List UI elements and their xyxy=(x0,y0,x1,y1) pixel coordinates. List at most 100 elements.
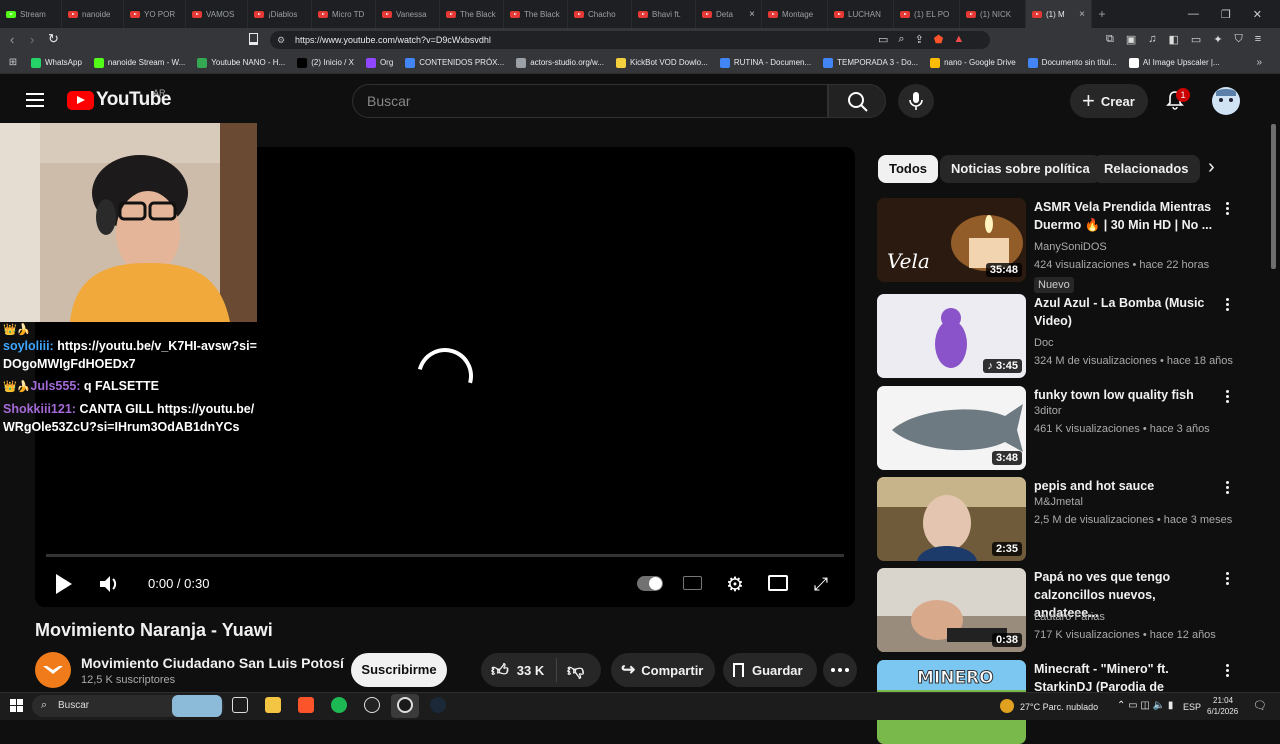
browser-tab[interactable]: The Black xyxy=(440,0,504,28)
clock-date[interactable]: 6/1/2026 xyxy=(1207,707,1238,716)
recommendation-channel[interactable]: ManySoniDOS xyxy=(1034,241,1107,253)
menu-icon[interactable]: ≡ xyxy=(1255,33,1261,46)
video-thumbnail[interactable]: 0:38 xyxy=(877,568,1026,652)
obs-icon[interactable] xyxy=(397,697,413,713)
apps-icon[interactable]: ⊞ xyxy=(0,57,26,68)
browser-tab[interactable]: The Black xyxy=(504,0,568,28)
more-options-icon[interactable] xyxy=(1223,570,1231,588)
recommendation-item[interactable]: ♪ 3:45 Azul Azul - La Bomba (Music Video)… xyxy=(877,294,1267,384)
browser-tab[interactable]: Montage xyxy=(762,0,828,28)
vpn-icon[interactable]: ⛉ xyxy=(1235,33,1243,46)
wallet-icon[interactable]: ▭ xyxy=(1191,33,1201,46)
close-window-icon[interactable]: ✕ xyxy=(1253,8,1262,21)
chips-next-icon[interactable]: › xyxy=(1208,156,1215,179)
recommendation-item[interactable]: Vela 35:48 ASMR Vela Prendida Mientras Due… xyxy=(877,198,1267,293)
media-icon[interactable]: ♫ xyxy=(1148,33,1156,46)
notifications-center-icon[interactable]: 🗨︎ xyxy=(1253,699,1267,712)
site-settings-icon[interactable]: ⚙ xyxy=(277,35,285,46)
file-explorer-icon[interactable] xyxy=(265,697,281,713)
recommendation-item[interactable]: 0:38 Papá no ves que tengo calzoncillos n… xyxy=(877,568,1267,658)
voice-search-button[interactable] xyxy=(898,84,934,118)
more-options-icon[interactable] xyxy=(1223,479,1231,497)
bookmark-item[interactable]: actors-studio.org/w... xyxy=(511,57,609,68)
recommendation-title[interactable]: funky town low quality fish xyxy=(1034,386,1219,404)
theater-mode-icon[interactable] xyxy=(768,575,788,591)
avatar[interactable] xyxy=(1212,87,1240,115)
recommendation-item[interactable]: MINERO Minecraft - "Minero" ft. StarkinDJ… xyxy=(877,660,1267,744)
bookmark-item[interactable]: (2) Inicio / X xyxy=(292,57,359,68)
bookmark-item[interactable]: WhatsApp xyxy=(26,57,87,68)
like-button[interactable]: 👍︎ 33 K xyxy=(481,658,557,682)
weather-text[interactable]: 27°C Parc. nublado xyxy=(1020,702,1098,712)
browser-tab[interactable]: Chacho xyxy=(568,0,632,28)
screenshot-icon[interactable]: ▣ xyxy=(1126,33,1136,46)
browser-tab[interactable]: Vanessa xyxy=(376,0,440,28)
search-input[interactable]: Buscar xyxy=(352,84,828,118)
volume-button[interactable] xyxy=(98,573,122,595)
browser-tab[interactable]: YO POR xyxy=(124,0,186,28)
close-tab-icon[interactable]: × xyxy=(1079,9,1085,20)
recommendation-channel[interactable]: M&Jmetal xyxy=(1034,496,1083,508)
video-thumbnail[interactable]: 2:35 xyxy=(877,477,1026,561)
more-bookmarks-icon[interactable]: » xyxy=(1256,57,1280,68)
brave-icon[interactable] xyxy=(298,697,314,713)
browser-tab[interactable]: LUCHAN xyxy=(828,0,894,28)
chip-noticias[interactable]: Noticias sobre política xyxy=(940,155,1101,183)
task-view-icon[interactable] xyxy=(232,697,248,713)
settings-gear-icon[interactable]: ⚙ xyxy=(724,573,746,596)
reload-icon[interactable]: ↻ xyxy=(48,31,59,47)
browser-tab[interactable]: Micro TD xyxy=(312,0,376,28)
recommendation-channel[interactable]: Doc xyxy=(1034,337,1054,349)
recommendation-item[interactable]: 2:35 pepis and hot sauce M&Jmetal 2,5 M de … xyxy=(877,477,1267,567)
clock-time[interactable]: 21:04 xyxy=(1213,696,1233,705)
leo-icon[interactable]: ✦ xyxy=(1213,33,1222,46)
browser-tab[interactable]: Bhavi ft. xyxy=(632,0,696,28)
play-button[interactable] xyxy=(53,573,75,595)
chip-todos[interactable]: Todos xyxy=(878,155,939,183)
channel-avatar[interactable] xyxy=(35,652,71,688)
brave-shield-icon[interactable]: ⬟ xyxy=(934,33,944,46)
browser-tab[interactable]: nanoide xyxy=(62,0,124,28)
create-button[interactable]: + Crear xyxy=(1070,84,1148,118)
recommendation-title[interactable]: Azul Azul - La Bomba (Music Video) xyxy=(1034,294,1219,330)
bookmark-icon[interactable] xyxy=(249,33,258,45)
bookmark-item[interactable]: Org xyxy=(361,57,398,68)
restore-icon[interactable]: ❐ xyxy=(1221,8,1231,21)
bookmark-item[interactable]: TEMPORADA 3 - Do... xyxy=(818,57,923,68)
browser-tab[interactable]: (1) M × xyxy=(1026,0,1092,28)
rewards-icon[interactable]: ▲ xyxy=(953,33,964,46)
dislike-button[interactable]: 👎︎ xyxy=(557,660,584,681)
bookmark-item[interactable]: KickBot VOD Dowlo... xyxy=(611,57,713,68)
more-options-icon[interactable] xyxy=(1223,662,1231,680)
recommendation-channel[interactable]: 3ditor xyxy=(1034,405,1062,417)
browser-tab[interactable]: VAMOS xyxy=(186,0,248,28)
fullscreen-icon[interactable]: ⤢ xyxy=(810,573,832,595)
bookmark-item[interactable]: Documento sin títul... xyxy=(1023,57,1122,68)
more-actions-button[interactable] xyxy=(823,653,857,687)
guide-menu-icon[interactable] xyxy=(26,93,44,107)
bookmark-item[interactable]: nano - Google Drive xyxy=(925,57,1021,68)
bookmark-item[interactable]: AI Image Upscaler |... xyxy=(1124,57,1225,68)
recommendation-title[interactable]: ASMR Vela Prendida Mientras Duermo 🔥 | 3… xyxy=(1034,198,1219,234)
browser-tab[interactable]: ¡Diablos xyxy=(248,0,312,28)
extensions-icon[interactable]: ⧉ xyxy=(1106,33,1114,46)
autoplay-toggle[interactable] xyxy=(637,576,663,591)
cast-icon[interactable]: ▭ xyxy=(878,33,888,46)
spotify-icon[interactable] xyxy=(331,697,347,713)
bookmark-item[interactable]: CONTENIDOS PRÓX... xyxy=(400,57,509,68)
bookmark-item[interactable]: RUTINA - Documen... xyxy=(715,57,816,68)
save-button[interactable]: Guardar xyxy=(723,653,817,687)
sidebar-icon[interactable]: ◧ xyxy=(1169,33,1179,46)
search-button[interactable] xyxy=(828,84,886,118)
share-button[interactable]: ↪ Compartir xyxy=(611,653,715,687)
app-icon[interactable] xyxy=(364,697,380,713)
more-options-icon[interactable] xyxy=(1223,200,1231,218)
bookmark-item[interactable]: nanoide Stream - W... xyxy=(89,57,190,68)
browser-tab[interactable]: (1) EL PO xyxy=(894,0,960,28)
share-icon[interactable]: ⇪ xyxy=(915,33,924,46)
language-indicator[interactable]: ESP xyxy=(1183,702,1201,712)
more-options-icon[interactable] xyxy=(1223,388,1231,406)
page-scrollbar[interactable] xyxy=(1271,124,1276,269)
video-thumbnail[interactable]: Vela 35:48 xyxy=(877,198,1026,282)
close-tab-icon[interactable]: × xyxy=(749,9,755,20)
